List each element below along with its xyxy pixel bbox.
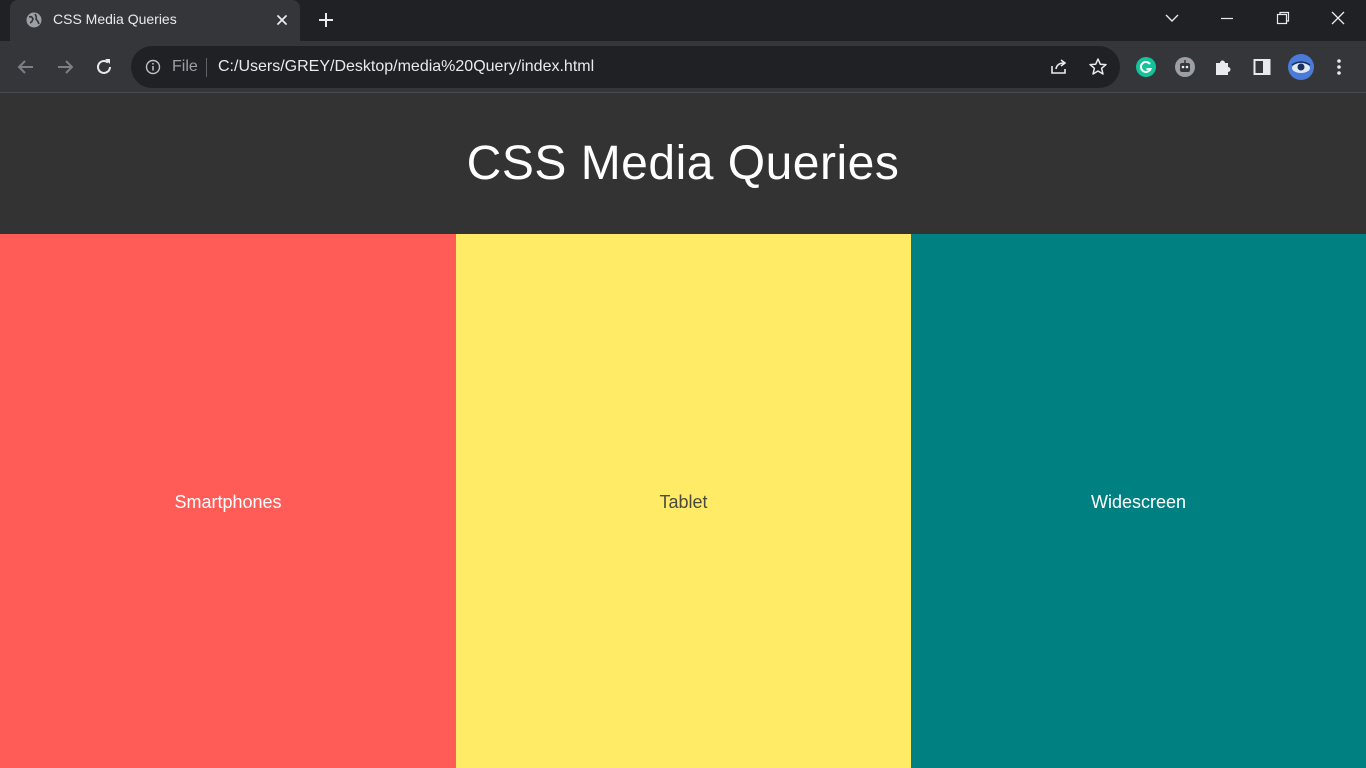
panel-smartphones: Smartphones [0, 234, 456, 768]
tab-close-icon[interactable] [274, 12, 290, 28]
panel-tablet: Tablet [456, 234, 911, 768]
page-title: CSS Media Queries [466, 137, 900, 190]
grammarly-icon[interactable] [1135, 56, 1157, 78]
browser-tab[interactable]: CSS Media Queries [10, 0, 300, 41]
panel-row: Smartphones Tablet Widescreen [0, 234, 1366, 768]
chevron-down-icon[interactable] [1164, 10, 1180, 26]
page-viewport: CSS Media Queries Smartphones Tablet Wid… [0, 93, 1366, 768]
tab-title: CSS Media Queries [53, 11, 177, 27]
omnibox-divider [206, 58, 207, 77]
page-header: CSS Media Queries [0, 93, 1366, 234]
panel-label: Widescreen [1090, 491, 1187, 512]
share-icon[interactable] [1049, 57, 1069, 77]
minimize-icon[interactable] [1219, 10, 1235, 26]
kebab-menu-icon[interactable] [1328, 56, 1350, 78]
bookmark-star-icon[interactable] [1088, 57, 1108, 77]
browser-toolbar: File C:/Users/GREY/Desktop/media%20Query… [0, 41, 1366, 93]
globe-icon [26, 12, 42, 28]
new-tab-plus-icon[interactable] [316, 10, 336, 30]
info-icon[interactable] [145, 59, 161, 75]
tab-strip: CSS Media Queries [0, 0, 1366, 41]
reload-icon[interactable] [93, 56, 115, 78]
puzzle-icon[interactable] [1212, 56, 1234, 78]
back-arrow-icon[interactable] [15, 56, 37, 78]
url-text[interactable]: C:/Users/GREY/Desktop/media%20Query/inde… [218, 58, 594, 76]
forward-arrow-icon[interactable] [54, 56, 76, 78]
restore-icon[interactable] [1275, 10, 1291, 26]
panel-label: Smartphones [174, 491, 282, 512]
side-panel-icon[interactable] [1251, 56, 1273, 78]
robot-extension-icon[interactable] [1174, 56, 1196, 78]
profile-avatar[interactable] [1287, 53, 1315, 81]
close-icon[interactable] [1330, 10, 1346, 26]
site-label: File [172, 58, 198, 75]
panel-label: Tablet [659, 491, 708, 512]
address-bar[interactable]: File C:/Users/GREY/Desktop/media%20Query… [131, 46, 1120, 88]
panel-widescreen: Widescreen [911, 234, 1366, 768]
